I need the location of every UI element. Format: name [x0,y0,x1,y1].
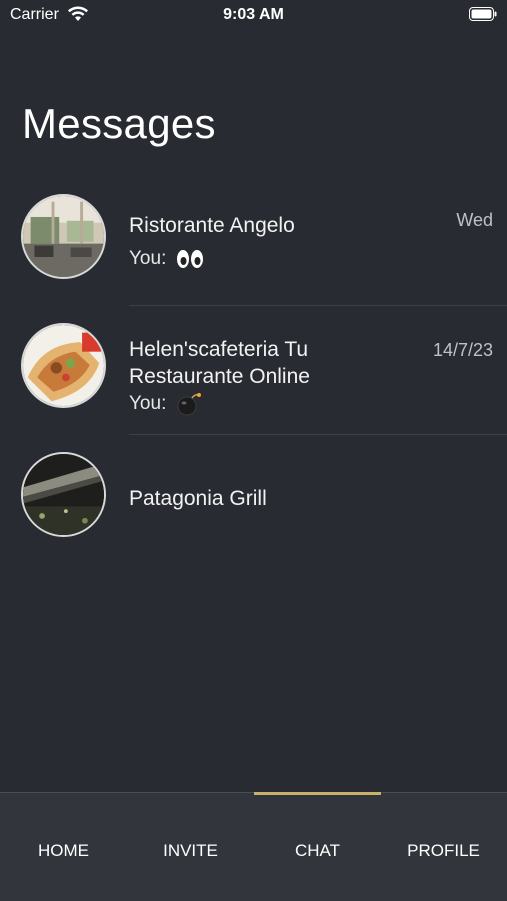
chat-preview-text: You: [129,248,167,269]
chat-date: Wed [456,210,493,230]
chat-preview: You: [129,248,204,270]
chat-row[interactable]: Ristorante Angelo You: Wed [0,178,507,306]
avatar [21,194,106,279]
tab-invite[interactable]: INVITE [127,841,254,861]
avatar [21,323,106,408]
status-time: 9:03 AM [223,6,284,23]
chat-preview: You: [129,392,202,416]
tab-home[interactable]: HOME [0,841,127,861]
avatar [21,452,106,537]
status-bar: Carrier 9:03 AM [0,0,507,30]
page-title: Messages [22,100,216,147]
chat-row[interactable]: Patagonia Grill [0,435,507,553]
tab-chat[interactable]: CHAT [254,841,381,861]
tab-active-indicator [254,792,381,795]
tab-profile[interactable]: PROFILE [380,841,507,861]
chat-name: Helen'scafeteria Tu Restaurante Online [129,338,310,388]
tab-bar: HOME INVITE CHAT PROFILE [0,792,507,901]
chat-name: Ristorante Angelo [129,214,295,237]
chat-row[interactable]: Helen'scafeteria Tu Restaurante Online Y… [0,306,507,435]
chat-name: Patagonia Grill [129,487,267,510]
eyes-emoji-icon [176,249,203,268]
chat-preview-text: You: [129,393,167,415]
battery-icon [469,7,497,21]
bomb-emoji-icon [177,393,201,416]
chat-date: 14/7/23 [432,340,493,360]
